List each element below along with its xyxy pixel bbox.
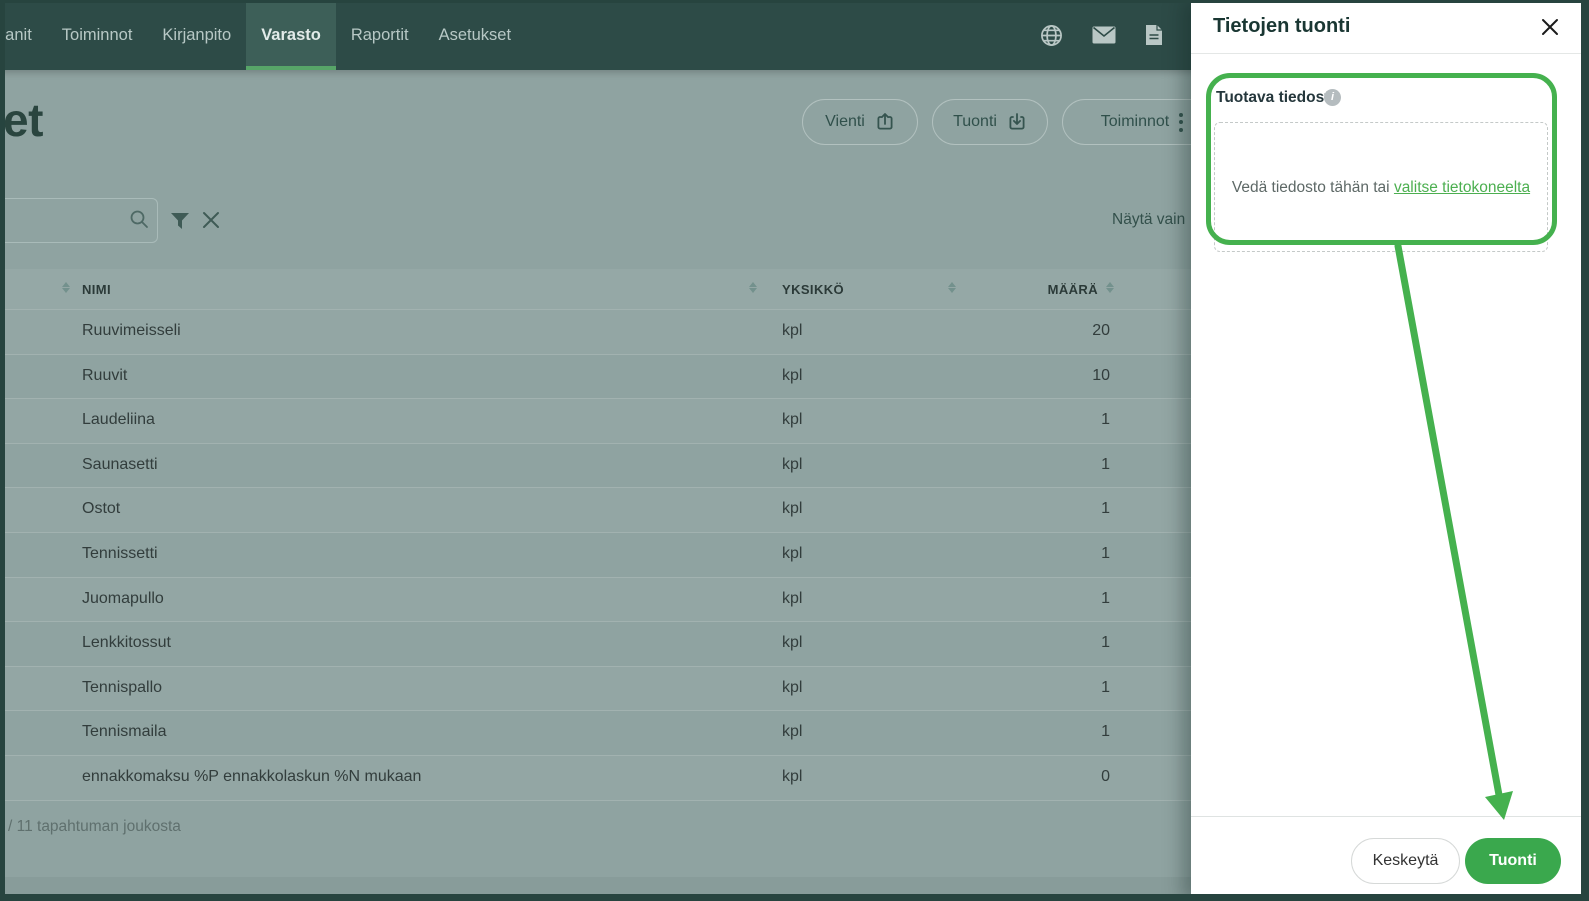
unit-cell: kpl [782, 678, 803, 696]
show-only-label[interactable]: Näytä vain [1112, 211, 1196, 229]
quantity-cell: 1 [1101, 500, 1110, 518]
file-dropzone[interactable]: Vedä tiedosto tähän tai valitse tietokon… [1214, 122, 1548, 252]
quantity-cell: 0 [1101, 767, 1110, 785]
export-icon [875, 112, 895, 132]
nav-tab-kirjanpito[interactable]: Kirjanpito [147, 0, 246, 70]
frame-border [0, 0, 1589, 3]
close-icon[interactable] [1541, 18, 1559, 41]
filter-icon[interactable] [170, 212, 190, 235]
unit-cell: kpl [782, 366, 803, 384]
clear-icon[interactable] [201, 210, 221, 235]
unit-cell: kpl [782, 723, 803, 741]
nav-tab-asetukset[interactable]: Asetukset [424, 0, 526, 70]
sort-icon[interactable] [948, 282, 956, 293]
unit-cell: kpl [782, 634, 803, 652]
mail-icon[interactable] [1092, 26, 1116, 44]
product-name-cell: Tennissetti [82, 544, 158, 562]
frame-border [0, 0, 5, 901]
column-header-qty[interactable]: MÄÄRÄ [1030, 282, 1098, 297]
panel-footer-divider [1191, 816, 1589, 817]
nav-tab-toiminnot[interactable]: Toiminnot [47, 0, 148, 70]
product-name-cell: Saunasetti [82, 455, 158, 473]
import-panel: Tietojen tuonti Tuotava tiedosto i Vedä … [1191, 0, 1589, 901]
quantity-cell: 1 [1101, 411, 1110, 429]
quantity-cell: 20 [1092, 322, 1110, 339]
info-icon[interactable]: i [1324, 89, 1341, 106]
product-name-cell: Ruuvimeisseli [82, 322, 181, 339]
export-button-label: Vienti [825, 113, 865, 130]
actions-menu-label: Toiminnot [1100, 113, 1170, 130]
quantity-cell: 1 [1101, 634, 1110, 652]
nav-icons [1040, 0, 1163, 70]
document-icon[interactable] [1145, 24, 1163, 46]
quantity-cell: 1 [1101, 723, 1110, 741]
submit-import-button[interactable]: Tuonti [1465, 838, 1561, 884]
product-name-cell: Juomapullo [82, 589, 164, 607]
quantity-cell: 1 [1101, 589, 1110, 607]
product-name-cell: ennakkomaksu %P ennakkolaskun %N mukaan [82, 767, 422, 785]
quantity-cell: 1 [1101, 544, 1110, 562]
table-footer-count: / 11 tapahtuman joukosta [8, 818, 181, 835]
import-icon [1007, 112, 1027, 132]
frame-border [0, 894, 1589, 901]
product-name-cell: Tennismaila [82, 723, 167, 741]
file-section-label: Tuotava tiedosto [1216, 89, 1339, 106]
frame-border [1581, 0, 1589, 901]
product-name-cell: Ruuvit [82, 366, 128, 384]
page-title: et [3, 94, 43, 146]
sort-icon[interactable] [1106, 282, 1114, 293]
unit-cell: kpl [782, 544, 803, 562]
quantity-cell: 1 [1101, 678, 1110, 696]
unit-cell: kpl [782, 322, 803, 339]
sort-icon[interactable] [749, 282, 757, 293]
product-name-cell: Lenkkitossut [82, 634, 171, 652]
search-icon [128, 208, 150, 235]
column-header-unit[interactable]: YKSIKKÖ [782, 282, 844, 297]
quantity-cell: 1 [1101, 455, 1110, 473]
app-window: et Vienti Tuonti Toiminnot Näytä vain NI… [0, 0, 1589, 901]
import-button[interactable]: Tuonti [932, 99, 1048, 145]
sort-icon[interactable] [62, 282, 70, 293]
kebab-icon [1179, 112, 1184, 132]
import-button-label: Tuonti [953, 113, 997, 130]
unit-cell: kpl [782, 411, 803, 429]
dropzone-text: Vedä tiedosto tähän tai valitse tietokon… [1215, 179, 1547, 197]
product-name-cell: Tennispallo [82, 678, 163, 696]
globe-icon[interactable] [1040, 24, 1063, 47]
column-header-name[interactable]: NIMI [82, 282, 111, 297]
dropzone-hint: Vedä tiedosto tähän tai [1231, 179, 1390, 196]
nav-tab-partial[interactable]: panit [0, 0, 47, 70]
product-name-cell: Ostot [82, 500, 121, 518]
product-name-cell: Laudeliina [82, 411, 155, 429]
nav-tab-raportit[interactable]: Raportit [336, 0, 424, 70]
unit-cell: kpl [782, 589, 803, 607]
quantity-cell: 10 [1092, 366, 1110, 384]
import-panel-header: Tietojen tuonti [1191, 0, 1589, 54]
unit-cell: kpl [782, 767, 803, 785]
unit-cell: kpl [782, 455, 803, 473]
export-button[interactable]: Vienti [802, 99, 918, 145]
nav-tab-varasto[interactable]: Varasto [246, 0, 336, 70]
choose-file-link[interactable]: valitse tietokoneelta [1394, 179, 1530, 196]
unit-cell: kpl [782, 500, 803, 518]
import-panel-title: Tietojen tuonti [1213, 15, 1351, 37]
cancel-button[interactable]: Keskeytä [1351, 838, 1460, 884]
